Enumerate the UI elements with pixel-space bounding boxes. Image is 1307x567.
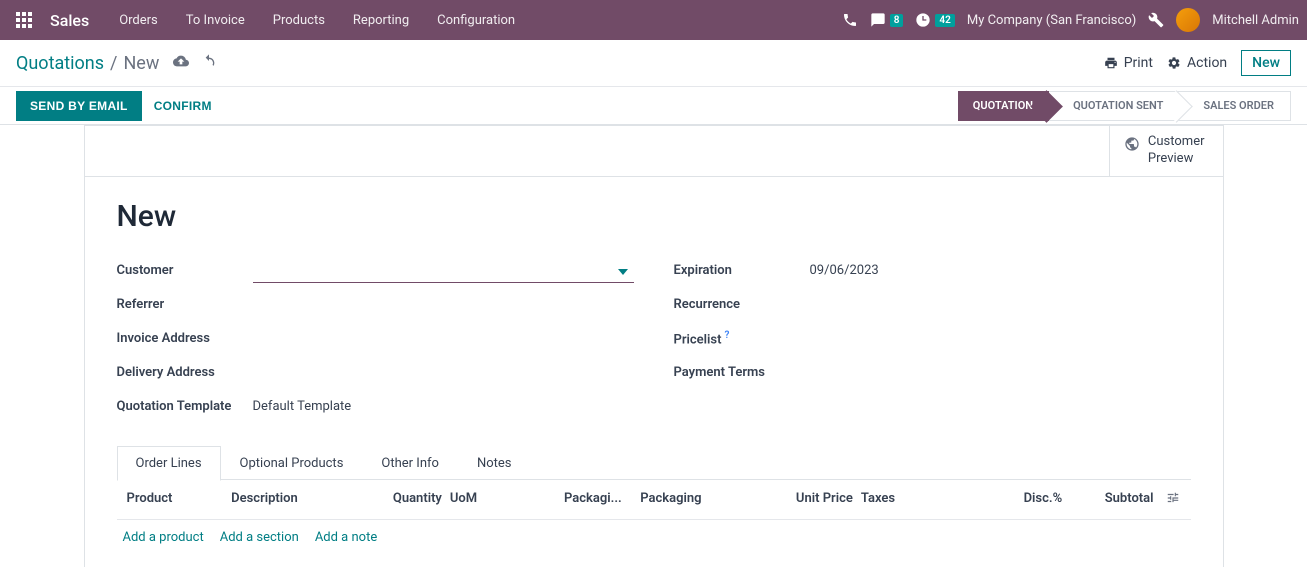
tab-notes[interactable]: Notes <box>458 446 531 480</box>
statusbar: QUOTATION QUOTATION SENT SALES ORDER <box>958 91 1291 121</box>
th-quantity: Quantity <box>360 491 446 509</box>
breadcrumb-current: New <box>123 53 159 74</box>
delivery-address-label: Delivery Address <box>117 365 253 380</box>
discard-icon[interactable] <box>201 53 217 73</box>
table-header: Product Description Quantity UoM Packagi… <box>117 481 1191 520</box>
nav-products[interactable]: Products <box>261 13 337 28</box>
help-icon[interactable]: ? <box>724 330 729 341</box>
expiration-label: Expiration <box>674 263 810 278</box>
th-packaging-qty: Packagi... <box>560 491 636 509</box>
nav-orders[interactable]: Orders <box>107 13 170 28</box>
customer-label: Customer <box>117 263 253 278</box>
form-sheet: Customer Preview New Customer <box>84 125 1224 567</box>
action-button[interactable]: Action <box>1167 55 1227 71</box>
expiration-value[interactable]: 09/06/2023 <box>810 259 879 282</box>
chevron-down-icon[interactable] <box>618 265 628 281</box>
breadcrumb-sep: / <box>110 53 117 74</box>
action-label: Action <box>1187 55 1227 71</box>
company-name[interactable]: My Company (San Francisco) <box>967 13 1136 28</box>
activities-icon[interactable]: 42 <box>915 12 954 28</box>
payment-terms-label: Payment Terms <box>674 365 810 380</box>
tab-other-info[interactable]: Other Info <box>362 446 458 480</box>
pricelist-label: Pricelist? <box>674 330 810 347</box>
quotation-template-label: Quotation Template <box>117 399 253 414</box>
quotation-template-value[interactable]: Default Template <box>253 395 352 418</box>
th-packaging: Packaging <box>636 491 760 509</box>
cloud-save-icon[interactable] <box>173 53 189 73</box>
activities-badge: 42 <box>935 14 954 27</box>
user-name[interactable]: Mitchell Admin <box>1212 13 1299 28</box>
customer-preview-line2: Preview <box>1148 151 1193 166</box>
tab-optional-products[interactable]: Optional Products <box>221 446 363 480</box>
th-unit-price: Unit Price <box>760 491 857 509</box>
status-quotation[interactable]: QUOTATION <box>958 91 1049 121</box>
button-bar: SEND BY EMAIL CONFIRM QUOTATION QUOTATIO… <box>0 87 1307 125</box>
customer-preview-line1: Customer <box>1148 134 1205 149</box>
th-taxes: Taxes <box>857 491 1009 509</box>
breadcrumb-row: Quotations / New Print Action New <box>0 40 1307 87</box>
th-subtotal: Subtotal <box>1066 491 1157 509</box>
print-label: Print <box>1124 55 1153 71</box>
phone-icon[interactable] <box>842 12 858 28</box>
customer-input[interactable] <box>253 259 634 283</box>
new-button[interactable]: New <box>1241 50 1291 76</box>
confirm-button[interactable]: CONFIRM <box>142 91 224 121</box>
th-product: Product <box>123 491 228 509</box>
tabs: Order Lines Optional Products Other Info… <box>85 446 1223 480</box>
add-links: Add a product Add a section Add a note <box>117 520 1191 555</box>
breadcrumb: Quotations / New <box>16 53 159 74</box>
breadcrumb-root[interactable]: Quotations <box>16 53 104 74</box>
referrer-label: Referrer <box>117 297 253 312</box>
messages-icon[interactable]: 8 <box>870 12 904 28</box>
th-disc: Disc.% <box>1009 491 1066 509</box>
th-uom: UoM <box>446 491 560 509</box>
form-title: New <box>117 199 1191 234</box>
settings-icon[interactable] <box>1148 12 1164 28</box>
add-note-link[interactable]: Add a note <box>315 530 377 545</box>
nav-to-invoice[interactable]: To Invoice <box>174 13 257 28</box>
send-by-email-button[interactable]: SEND BY EMAIL <box>16 91 142 121</box>
customer-preview-button[interactable]: Customer Preview <box>1109 126 1223 176</box>
add-product-link[interactable]: Add a product <box>123 530 204 545</box>
messages-badge: 8 <box>890 14 904 27</box>
avatar[interactable] <box>1176 8 1200 32</box>
invoice-address-label: Invoice Address <box>117 331 253 346</box>
app-name[interactable]: Sales <box>44 11 103 30</box>
add-section-link[interactable]: Add a section <box>220 530 299 545</box>
apps-icon[interactable] <box>8 4 40 36</box>
recurrence-label: Recurrence <box>674 297 810 312</box>
columns-settings-icon[interactable] <box>1158 491 1185 509</box>
top-navbar: Sales Orders To Invoice Products Reporti… <box>0 0 1307 40</box>
th-description: Description <box>227 491 360 509</box>
nav-configuration[interactable]: Configuration <box>425 13 527 28</box>
nav-reporting[interactable]: Reporting <box>341 13 421 28</box>
tab-order-lines[interactable]: Order Lines <box>117 446 221 481</box>
print-button[interactable]: Print <box>1104 55 1153 71</box>
status-sales-order[interactable]: SALES ORDER <box>1179 91 1291 121</box>
status-quotation-sent[interactable]: QUOTATION SENT <box>1049 91 1179 121</box>
